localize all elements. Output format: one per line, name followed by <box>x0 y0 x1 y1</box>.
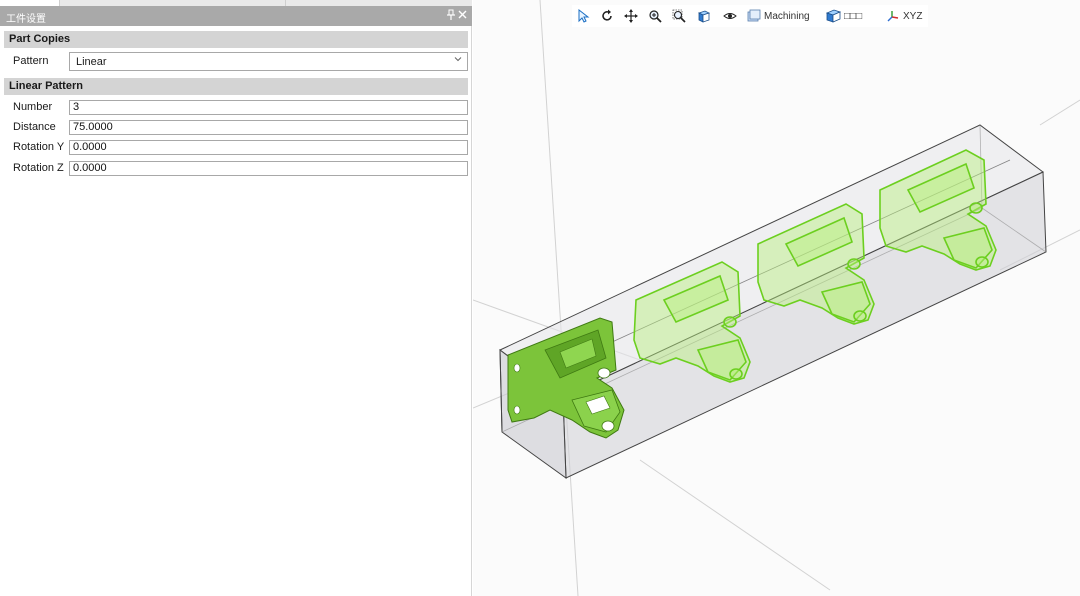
rotate-icon[interactable] <box>600 7 614 25</box>
number-label: Number <box>13 101 53 113</box>
chevron-down-icon[interactable] <box>454 55 462 65</box>
rotation-y-field[interactable]: 0.0000 <box>69 140 468 155</box>
axis-triad-icon <box>887 11 899 22</box>
section-header-part-copies[interactable]: Part Copies <box>4 31 468 48</box>
zoom-icon[interactable] <box>648 7 662 25</box>
section-header-linear-pattern[interactable]: Linear Pattern <box>4 78 468 95</box>
number-field[interactable]: 3 <box>69 100 468 115</box>
pan-icon[interactable] <box>624 7 638 25</box>
axis-label: XYZ <box>903 10 923 22</box>
properties-panel: 工件设置 Part Copies Pattern Linear Linear P… <box>0 0 472 596</box>
stock-button[interactable]: □□□ <box>826 7 862 25</box>
3d-viewport[interactable]: Machining □□□ XYZ <box>473 0 1080 596</box>
rotation-z-label: Rotation Z <box>13 162 64 174</box>
pattern-select[interactable]: Linear <box>69 52 468 71</box>
distance-field[interactable]: 75.0000 <box>69 120 468 135</box>
scene-canvas[interactable] <box>473 0 1080 596</box>
distance-label: Distance <box>13 121 56 133</box>
select-arrow-icon[interactable] <box>576 7 590 25</box>
machining-icon <box>747 9 761 22</box>
axis-button[interactable]: XYZ <box>886 7 922 25</box>
rotation-y-label: Rotation Y <box>13 141 65 153</box>
machining-label: Machining <box>764 10 810 22</box>
pattern-select-value: Linear <box>76 56 107 68</box>
machining-button[interactable]: Machining <box>747 7 810 25</box>
pattern-label: Pattern <box>13 55 49 67</box>
view-toolbar: Machining □□□ XYZ <box>572 5 928 27</box>
stock-label: □□□ <box>844 10 863 22</box>
panel-title: 工件设置 <box>6 14 46 25</box>
zoom-window-icon[interactable] <box>672 7 686 25</box>
stock-icon <box>826 9 841 23</box>
panel-titlebar: 工件设置 <box>0 6 472 26</box>
view-cube-icon[interactable] <box>697 7 711 25</box>
eye-icon[interactable] <box>723 7 737 25</box>
pin-icon[interactable] <box>446 9 456 22</box>
close-icon[interactable] <box>457 9 468 22</box>
rotation-z-field[interactable]: 0.0000 <box>69 161 468 176</box>
